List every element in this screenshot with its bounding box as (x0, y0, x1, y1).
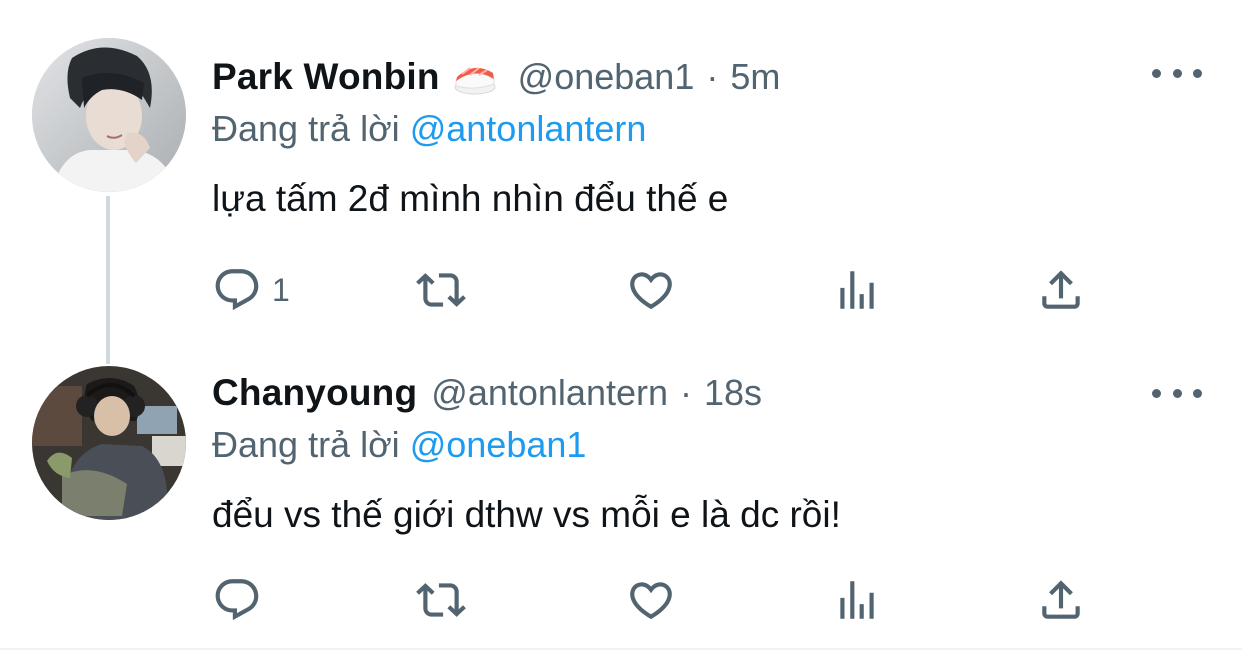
avatar-photo (32, 38, 186, 192)
display-name[interactable]: Park Wonbin (212, 56, 440, 98)
more-icon-dot (1193, 388, 1202, 398)
like-button[interactable] (626, 572, 676, 628)
separator-dot: · (680, 372, 693, 413)
replying-to-label: Đang trả lời (212, 424, 400, 465)
like-button[interactable] (626, 262, 676, 318)
tweet[interactable]: Park Wonbin @oneban1 · 5m Đang trả lời @… (0, 0, 1242, 340)
tweet-text: lựa tấm 2đ mình nhìn đểu thế e (212, 178, 729, 219)
views-button[interactable] (832, 572, 882, 628)
reply-count: 1 (272, 271, 290, 308)
display-name[interactable]: Chanyoung (212, 372, 417, 414)
tweet[interactable]: Chanyoung @antonlantern · 18s Đang trả l… (0, 340, 1242, 650)
views-icon (840, 271, 874, 309)
retweet-icon (416, 583, 466, 617)
avatar[interactable] (32, 366, 186, 520)
sushi-emoji-icon (452, 57, 498, 97)
replying-to-mention[interactable]: @antonlantern (410, 108, 647, 149)
retweet-button[interactable] (416, 262, 466, 318)
avatar-photo (32, 366, 186, 520)
more-icon (1152, 388, 1161, 398)
retweet-icon (416, 273, 466, 307)
divider (0, 648, 1242, 650)
reply-button[interactable]: 1 (212, 262, 290, 318)
reply-icon (215, 269, 259, 311)
tweet-header: Park Wonbin @oneban1 · 5m (212, 52, 780, 102)
replying-to-label: Đang trả lời (212, 108, 400, 149)
tweet-actions: 1 (212, 262, 1092, 318)
replying-to: Đang trả lời @oneban1 (212, 424, 586, 466)
views-icon (840, 581, 874, 619)
more-icon-dot (1193, 68, 1202, 78)
share-icon (1042, 580, 1080, 619)
like-icon (630, 272, 672, 310)
user-handle[interactable]: @antonlantern (431, 372, 668, 414)
replying-to: Đang trả lời @antonlantern (212, 108, 646, 150)
like-icon (630, 582, 672, 620)
avatar[interactable] (32, 38, 186, 192)
user-handle[interactable]: @oneban1 (518, 56, 695, 98)
reply-icon (215, 579, 259, 621)
timestamp[interactable]: 18s (704, 372, 762, 414)
more-icon (1152, 68, 1161, 78)
retweet-button[interactable] (416, 572, 466, 628)
tweet-thread: Park Wonbin @oneban1 · 5m Đang trả lời @… (0, 0, 1242, 652)
views-button[interactable] (832, 262, 882, 318)
separator-dot: · (706, 56, 719, 97)
more-options-button[interactable] (1152, 378, 1202, 408)
share-button[interactable] (1036, 572, 1086, 628)
timestamp[interactable]: 5m (730, 56, 780, 98)
tweet-header: Chanyoung @antonlantern · 18s (212, 368, 762, 418)
share-icon (1042, 270, 1080, 309)
reply-button[interactable] (212, 572, 262, 628)
more-options-button[interactable] (1152, 58, 1202, 88)
tweet-text: đểu vs thế giới dthw vs mỗi e là dc rồi! (212, 494, 841, 535)
more-icon-dot (1172, 68, 1182, 78)
share-button[interactable] (1036, 262, 1086, 318)
more-icon-dot (1172, 388, 1182, 398)
tweet-actions (212, 572, 1092, 628)
replying-to-mention[interactable]: @oneban1 (410, 424, 587, 465)
